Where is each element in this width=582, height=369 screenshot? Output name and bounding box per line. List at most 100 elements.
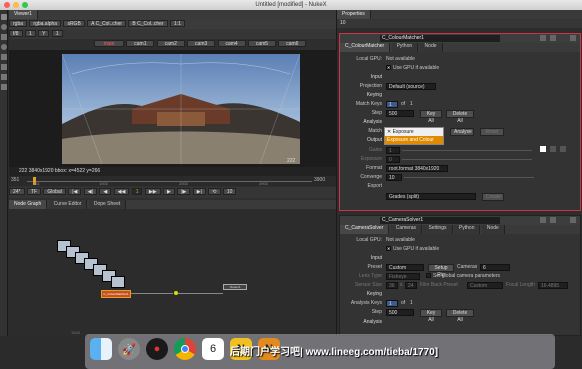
cm-create-button[interactable]: Create [482,193,504,201]
cam-tab-5[interactable]: cam5 [247,40,276,47]
tf-dropdown[interactable]: TF [26,188,42,195]
cs-preset-dropdown[interactable]: Custom [386,264,424,271]
play-forward-icon[interactable]: ▶ [162,188,175,195]
cm-delete-all-button[interactable]: Delete All [446,110,474,124]
cm-step-field[interactable]: 500 [386,110,414,117]
play-backward-icon[interactable]: ◀ [99,188,112,195]
cm-use-gpu-checkbox[interactable]: ✕ Use GPU if available [386,65,439,71]
cm-match-option-exposure-colour[interactable]: Exposure and Colour [385,136,443,144]
fps-dropdown[interactable]: 24* [9,188,25,195]
cm-match-dropdown-menu[interactable]: ✕ Exposure Exposure and Colour [384,127,444,145]
3d-tool-icon[interactable] [1,84,7,90]
chrome-icon[interactable] [174,338,196,360]
first-frame-icon[interactable]: |◀ [68,188,82,195]
global-dropdown[interactable]: Global [43,188,66,195]
cam-tab-2[interactable]: cam2 [156,40,185,47]
cs-delete-all-button[interactable]: Delete All [446,309,474,323]
cm-close-icon[interactable] [570,35,576,41]
prev-frame-icon[interactable]: ◀◀ [113,188,130,195]
cam-tab-6[interactable]: cam6 [278,40,307,47]
cm-gains-field[interactable]: 1 [386,147,400,154]
viewer-canvas[interactable]: 222 [9,50,336,167]
cs-use-gpu-checkbox[interactable]: ✕ Use GPU if available [386,246,439,252]
shape-tool-icon[interactable] [1,34,7,40]
cs-tab-main[interactable]: C_CameraSolver [340,225,390,234]
cm-tab-main[interactable]: C_ColourMatcher [340,43,391,52]
cm-minimize-icon[interactable] [550,35,556,41]
minimize-window-button[interactable] [13,2,19,8]
cs-minimize-icon[interactable] [550,217,556,223]
cm-match-option-exposure[interactable]: ✕ Exposure [385,128,443,136]
cm-gains-channels-icon[interactable] [560,146,566,152]
zoom-window-button[interactable] [22,2,28,8]
cm-node-name[interactable]: C_ColourMatcher1 [380,35,500,42]
cm-exposure-field[interactable]: 0 [386,156,400,163]
finder-icon[interactable] [90,338,112,360]
panel-count[interactable]: 10 [340,20,346,26]
cs-focal-field[interactable]: 16.4895 [538,282,568,289]
tab-dope-sheet[interactable]: Dope Sheet [88,200,127,209]
cs-node-name[interactable]: C_CameraSolver1 [380,217,500,224]
cm-converge-field[interactable]: 10 [386,174,402,181]
tab-viewer1[interactable]: Viewer1 [9,10,38,19]
cm-tab-python[interactable]: Python [391,43,419,52]
cs-step-field[interactable]: 500 [386,309,414,316]
cs-tab-settings[interactable]: Settings [423,225,453,234]
next-frame-icon[interactable]: ▶▶ [144,188,161,195]
next-keyframe-icon[interactable]: |▶ [177,188,191,195]
read-node[interactable] [111,276,125,288]
pointer-tool-icon[interactable] [1,14,7,20]
cm-converge-slider[interactable] [404,177,534,178]
brush-tool-icon[interactable] [1,24,7,30]
cam-tab-1[interactable]: cam1 [126,40,155,47]
cm-key-all-button[interactable]: Key All [420,110,442,124]
cm-match-keys-field[interactable]: 1 [386,101,398,108]
cs-close-icon[interactable] [570,217,576,223]
cm-gains-color-swatch[interactable] [540,146,546,152]
cm-tab-node[interactable]: Node [419,43,443,52]
step-field[interactable]: 10 [222,188,237,195]
cs-analysis-keys-field[interactable]: 1 [386,300,398,307]
loop-icon[interactable]: ⟲ [208,188,221,195]
last-frame-icon[interactable]: ▶| [192,188,206,195]
colourmatcher-node[interactable]: C_ColourMatcher1 [101,290,131,298]
cam-tab-main[interactable]: main [94,40,124,47]
cm-projection-dropdown[interactable]: Default (source) [386,83,436,90]
clone-tool-icon[interactable] [1,54,7,60]
cs-setup-rig-button[interactable]: Setup Rig [428,264,454,278]
cs-global-params-checkbox[interactable]: Set global camera parameters [426,273,500,279]
cm-float-icon[interactable] [540,35,546,41]
channels-dropdown[interactable]: rgba [9,20,28,27]
circle-tool-icon[interactable] [1,44,7,50]
cs-tab-cameras[interactable]: Cameras [390,225,423,234]
transform-tool-icon[interactable] [1,64,7,70]
tab-curve-editor[interactable]: Curve Editor [48,200,88,209]
cam-tab-3[interactable]: cam3 [187,40,216,47]
cs-cameras-field[interactable]: 6 [480,264,510,271]
cs-sensor-w-field[interactable]: 36 [386,282,398,289]
input-a-dropdown[interactable]: A C_Col..cher [87,20,127,27]
cm-reset-button[interactable]: Reset [480,128,504,136]
nodegraph-panel[interactable]: Node Graph Curve Editor Dope Sheet C_Col… [9,200,336,336]
colorspace-dropdown[interactable]: sRGB [63,20,85,27]
cm-format-dropdown[interactable]: root.format 3840x1920 [386,165,448,172]
cm-gains-slider[interactable] [402,150,532,151]
tab-node-graph[interactable]: Node Graph [9,200,48,209]
calendar-icon[interactable]: 6 [202,338,224,360]
cs-float-icon[interactable] [540,217,546,223]
cs-film-back-dropdown[interactable]: Custom [467,282,503,289]
viewer-node[interactable]: Viewer1 [223,284,247,290]
timeline[interactable]: 351 351 1000 2000 2900 3900 [9,176,336,186]
tab-properties[interactable]: Properties [337,10,371,19]
close-window-button[interactable] [4,2,10,8]
cs-tab-node[interactable]: Node [481,225,505,234]
proxy-dropdown[interactable]: f/8 [9,30,23,37]
cm-exposure-slider[interactable] [402,159,532,160]
prev-keyframe-icon[interactable]: ◀| [83,188,97,195]
cs-tab-python[interactable]: Python [453,225,481,234]
frame-field[interactable]: 1 [24,30,36,37]
zoom-dropdown[interactable]: 1:1 [169,20,185,27]
merge-tool-icon[interactable] [1,74,7,80]
cs-key-all-button[interactable]: Key All [420,309,442,323]
cs-lens-type-dropdown[interactable]: Fisheye [386,273,420,280]
